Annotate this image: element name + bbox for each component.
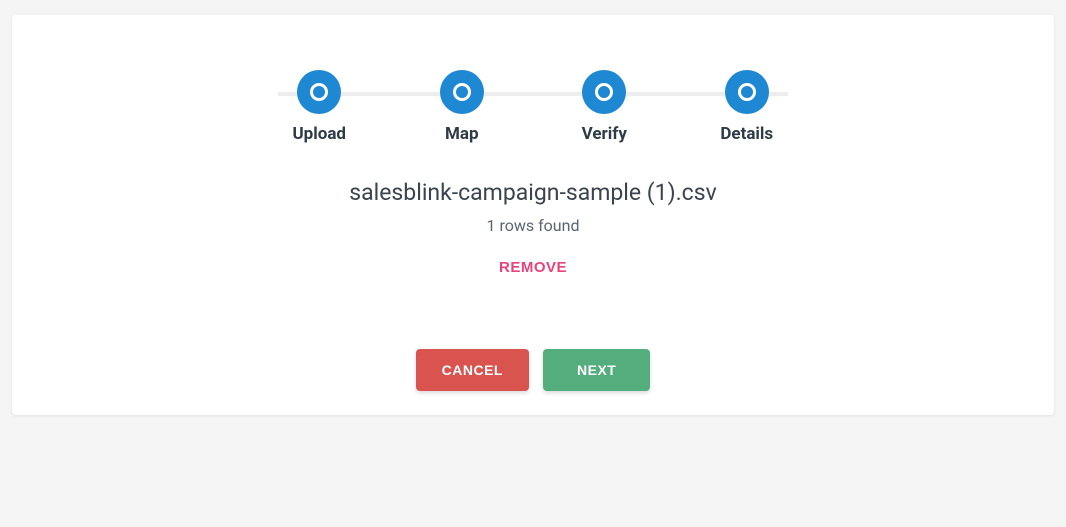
step-label: Details <box>720 124 773 144</box>
uploaded-filename: salesblink-campaign-sample (1).csv <box>72 179 994 206</box>
step-upload[interactable]: Upload <box>248 70 391 144</box>
footer-actions: CANCEL NEXT <box>12 349 1054 391</box>
step-circle-icon <box>440 70 484 114</box>
step-details[interactable]: Details <box>676 70 819 144</box>
step-label: Map <box>445 124 479 144</box>
next-button[interactable]: NEXT <box>543 349 650 391</box>
step-verify[interactable]: Verify <box>533 70 676 144</box>
stepper: Upload Map Verify Details <box>248 70 818 144</box>
step-circle-icon <box>582 70 626 114</box>
cancel-button[interactable]: CANCEL <box>416 349 529 391</box>
rows-found-text: 1 rows found <box>72 216 994 235</box>
file-info: salesblink-campaign-sample (1).csv 1 row… <box>72 179 994 276</box>
step-map[interactable]: Map <box>391 70 534 144</box>
step-label: Upload <box>292 124 346 144</box>
step-circle-icon <box>297 70 341 114</box>
step-circle-icon <box>725 70 769 114</box>
remove-button[interactable]: REMOVE <box>499 259 567 276</box>
step-label: Verify <box>582 124 627 144</box>
upload-wizard-card: Upload Map Verify Details salesblink-cam… <box>12 15 1054 415</box>
